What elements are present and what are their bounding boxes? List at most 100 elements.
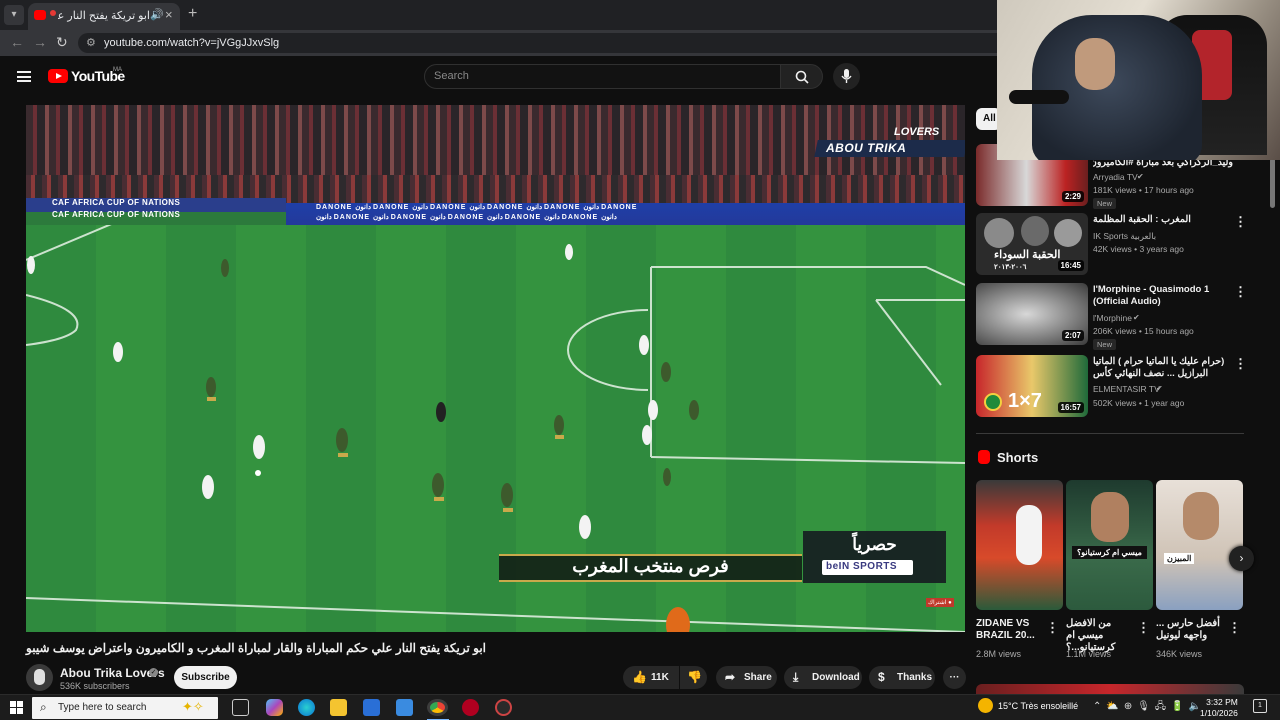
dislike-button[interactable]: 👎 [680, 666, 707, 689]
section-divider [976, 433, 1244, 434]
share-button[interactable]: ➦ Share [716, 666, 777, 689]
youtube-logo-icon[interactable] [48, 69, 68, 83]
taskbar-search-input[interactable]: ⌕ Type here to search ✦✧ [32, 697, 218, 719]
thumbnail-face [1054, 219, 1082, 247]
watermark-abou-trika: ABOU TRIKA [826, 141, 907, 155]
reload-button[interactable]: ↻ [56, 34, 68, 51]
recommendation-thumbnail[interactable]: 2:07 [976, 283, 1088, 345]
like-count: 11K [651, 672, 669, 683]
share-label: Share [744, 672, 772, 683]
thumbs-up-icon: 👍 [632, 670, 647, 684]
shorts-heading: Shorts [997, 450, 1039, 465]
short-menu-icon[interactable]: ⋮ [1046, 620, 1059, 636]
system-tray-icons[interactable]: ⌃⛅⊕🎙🖧🔋🔈 [1093, 699, 1206, 716]
recommendation-menu-icon[interactable]: ⋮ [1234, 214, 1247, 230]
thanks-icon: $ [878, 670, 885, 684]
short-views: 1.1M views [1066, 649, 1112, 659]
short-menu-icon[interactable]: ⋮ [1228, 620, 1241, 636]
thumbnail-caption: الحقبة السوداء [994, 249, 1061, 261]
weather-text[interactable]: 15°C Très ensoleillé [998, 701, 1078, 711]
recommendation-title[interactable]: l'Morphine - Quasimodo 1 (Official Audio… [1093, 284, 1233, 308]
weather-sun-icon[interactable] [978, 698, 993, 713]
duration-badge: 16:45 [1057, 260, 1084, 271]
recommendation-thumbnail[interactable]: 1×7 16:57 [976, 355, 1088, 417]
obs-icon[interactable] [495, 699, 512, 716]
like-button[interactable]: 👍 11K [623, 666, 679, 689]
short-thumbnail[interactable] [976, 480, 1063, 610]
copilot-icon[interactable] [266, 699, 283, 716]
recommendation-channel[interactable]: Arryadia TV [1093, 172, 1138, 182]
search-input[interactable]: Search [424, 64, 781, 89]
live-tag: ● اشتراك [926, 598, 954, 607]
recommendation-thumbnail[interactable]: الحقبة السوداء ٢٠٠٦-٢٠١٣ 16:45 [976, 213, 1088, 275]
channel-avatar[interactable] [26, 664, 53, 691]
forward-button[interactable]: → [33, 34, 47, 50]
recommendation-menu-icon[interactable]: ⋮ [1234, 284, 1247, 300]
subscriber-count: 536K subscribers [60, 681, 130, 691]
site-info-icon[interactable]: ⚙ [86, 36, 96, 49]
short-title[interactable]: ZIDANE VS BRAZIL 20... [976, 618, 1048, 642]
thumbnail-caption-years: ٢٠٠٦-٢٠١٣ [994, 264, 1027, 271]
recommendation-channel[interactable]: IK Sports بالعربية [1093, 231, 1156, 242]
recommendation-meta: 502K views • 1 year ago [1093, 398, 1185, 408]
youtube-favicon-icon [34, 10, 46, 20]
windows-taskbar: ⌕ Type here to search ✦✧ 15°C Très ensol… [0, 694, 1280, 720]
browser-tab[interactable]: ابو تريكة يفتح النار علي حكم 🔊 × [28, 3, 180, 30]
task-view-icon[interactable] [232, 699, 249, 716]
thanks-button[interactable]: $ Thanks [869, 666, 935, 689]
new-tab-button[interactable]: + [188, 5, 197, 23]
clock[interactable]: 3:32 PM 1/10/2026 [1200, 697, 1238, 719]
voice-search-button[interactable] [833, 63, 860, 90]
video-player[interactable]: CAF AFRICA CUP OF NATIONS CAF AFRICA CUP… [26, 105, 965, 632]
back-button[interactable]: ← [10, 34, 24, 50]
screen: ▾ ابو تريكة يفتح النار علي حكم 🔊 × + ← →… [0, 0, 1280, 720]
recommendation-title[interactable]: (حرام عليك يا الماتيا حرام ) الماتيا الب… [1093, 356, 1233, 380]
recommendation-menu-icon[interactable]: ⋮ [1234, 356, 1247, 372]
webcam-person [1032, 15, 1202, 160]
tab-title: ابو تريكة يفتح النار علي حكم [58, 10, 150, 22]
caf-board-text-2: CAF AFRICA CUP OF NATIONS [52, 210, 181, 219]
clock-time: 3:32 PM [1206, 697, 1238, 707]
verified-icon: ✓ [149, 668, 158, 677]
tab-close-icon[interactable]: × [165, 7, 173, 22]
next-recommendation-thumbnail[interactable] [976, 684, 1244, 694]
subscribe-button[interactable]: Subscribe [174, 666, 237, 689]
verified-icon: ✔ [1156, 384, 1163, 393]
chrome-icon[interactable] [427, 699, 448, 716]
webcam-overlay [997, 0, 1280, 160]
short-title[interactable]: أفضل حارس ... واجهه ليونيل [1156, 618, 1228, 642]
search-placeholder: Search [434, 70, 469, 82]
notification-icon[interactable]: 1 [1253, 699, 1267, 713]
short-thumbnail[interactable]: ميسي ام كرستيانو؟ [1066, 480, 1153, 610]
short-thumbnail[interactable]: المبيزن [1156, 480, 1243, 610]
windows-start-icon[interactable] [10, 701, 23, 714]
shorts-icon [978, 450, 990, 464]
exclusive-label: حصرياً [852, 535, 897, 554]
microphone-icon [841, 69, 852, 83]
taskbar-search-placeholder: Type here to search [58, 702, 147, 713]
sidebar-scrollbar[interactable] [1270, 158, 1275, 208]
search-button[interactable] [780, 64, 823, 89]
video-title: ابو تريكة يفتح النار علي حكم المباراة وا… [26, 641, 486, 655]
shorts-next-button[interactable]: › [1229, 546, 1254, 571]
search-icon: ⌕ [40, 700, 47, 714]
recommendation-channel[interactable]: ELMENTASIR TV [1093, 384, 1160, 394]
menu-icon[interactable] [17, 71, 31, 82]
short-menu-icon[interactable]: ⋮ [1137, 620, 1150, 636]
recommendation-title[interactable]: المغرب : الحقبة المظلمة [1093, 214, 1233, 226]
recording-app-icon[interactable] [462, 699, 479, 716]
lower-third-title: فرص منتخب المغرب [572, 556, 729, 576]
download-button[interactable]: ⤓ Download [784, 666, 862, 689]
recommendation-channel[interactable]: l'Morphine [1093, 313, 1132, 323]
edge-icon[interactable] [298, 699, 315, 716]
app-icon[interactable] [396, 699, 413, 716]
store-icon[interactable] [363, 699, 380, 716]
audio-playing-icon[interactable]: 🔊 [150, 8, 164, 21]
share-icon: ➦ [725, 670, 736, 684]
tab-search-button[interactable]: ▾ [4, 5, 24, 25]
caf-board-text: CAF AFRICA CUP OF NATIONS [52, 198, 181, 207]
sponsor-board-text: DANONE دانون DANONE دانون DANONE دانون D… [316, 204, 638, 211]
bein-sports-logo-text: beIN SPORTS [826, 561, 898, 572]
more-actions-button[interactable]: ··· [943, 666, 966, 689]
file-explorer-icon[interactable] [330, 699, 347, 716]
